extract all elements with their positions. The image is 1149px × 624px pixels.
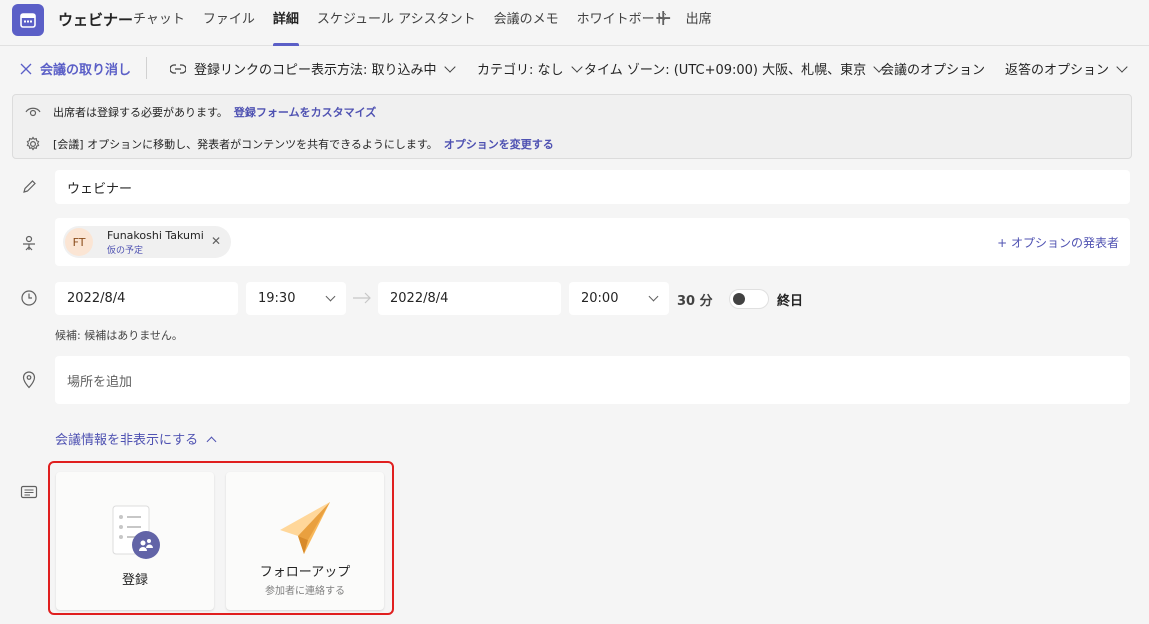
meeting-options-button[interactable]: 会議のオプション: [881, 59, 985, 78]
timezone-label: タイム ゾーン: (UTC+09:00) 大阪、札幌、東京: [584, 63, 867, 78]
banner-text-options: [会議] オプションに移動し、発表者がコンテンツを共有できるようにします。: [53, 138, 438, 151]
paper-plane-icon: [278, 500, 332, 560]
calendar-app-icon: [12, 4, 44, 36]
end-date-value: 2022/8/4: [390, 291, 449, 306]
remove-attendee-icon[interactable]: ✕: [211, 234, 221, 248]
gear-icon: [13, 136, 53, 152]
hide-details-toggle[interactable]: 会議情報を非表示にする: [55, 429, 217, 448]
tab-files[interactable]: ファイル: [203, 0, 264, 46]
change-options-link[interactable]: オプションを変更する: [444, 136, 554, 152]
cancel-meeting-button[interactable]: 会議の取り消し: [20, 59, 131, 78]
clock-icon: [18, 287, 40, 309]
presenter-icon: [18, 232, 40, 254]
registration-card-label: 登録: [121, 573, 148, 588]
show-as-dropdown[interactable]: 表示方法: 取り込み中: [311, 59, 456, 78]
close-icon: [20, 63, 32, 74]
chevron-down-icon: [570, 60, 583, 73]
registration-form-icon: [111, 504, 161, 564]
chevron-down-icon: [648, 291, 659, 302]
link-icon: [170, 63, 186, 74]
all-day-label: 終日: [777, 294, 804, 309]
hide-details-label: 会議情報を非表示にする: [55, 433, 199, 448]
response-options-dropdown[interactable]: 返答のオプション: [1005, 59, 1128, 78]
chevron-down-icon: [325, 291, 336, 302]
arrow-right-icon: [352, 290, 372, 310]
category-label: カテゴリ: なし: [477, 63, 564, 78]
end-time-dropdown[interactable]: 20:00: [569, 282, 669, 315]
banner-text-registration: 出席者は登録する必要があります。: [53, 106, 228, 119]
tab-list: チャット ファイル 詳細 スケジュール アシスタント 会議のメモ ホワイトボード…: [133, 0, 730, 46]
registration-card[interactable]: 登録: [56, 472, 214, 610]
meeting-title: ウェビナー: [58, 11, 134, 29]
chevron-down-icon: [443, 60, 456, 73]
followup-card-subtitle: 参加者に連絡する: [265, 586, 345, 597]
attendee-name: Funakoshi Takumi: [107, 229, 204, 242]
suggestion-text: 候補: 候補はありません。: [55, 329, 183, 342]
chevron-up-icon: [206, 436, 217, 446]
tab-scheduling-assistant[interactable]: スケジュール アシスタント: [317, 0, 485, 46]
show-as-label: 表示方法: 取り込み中: [311, 63, 437, 78]
attendee-chip[interactable]: FT Funakoshi Takumi 仮の予定 ✕: [63, 226, 231, 258]
location-input[interactable]: 場所を追加: [55, 356, 1130, 404]
followup-card-label: フォローアップ: [259, 565, 351, 580]
all-day-toggle[interactable]: [729, 289, 769, 309]
start-time-value: 19:30: [258, 291, 296, 306]
response-options-label: 返答のオプション: [1005, 63, 1110, 78]
category-dropdown[interactable]: カテゴリ: なし: [477, 59, 583, 78]
add-optional-presenter-link[interactable]: + オプションの発表者: [997, 234, 1119, 251]
toolbar-divider: [146, 57, 147, 79]
add-tab-icon[interactable]: +: [654, 6, 672, 32]
calendar-icon: [20, 13, 36, 28]
followup-card[interactable]: フォローアップ 参加者に連絡する: [226, 472, 384, 610]
location-pin-icon: [18, 369, 40, 391]
start-date-value: 2022/8/4: [67, 291, 126, 306]
top-header: ウェビナー チャット ファイル 詳細 スケジュール アシスタント 会議のメモ ホ…: [0, 0, 1149, 46]
copy-link-label: 登録リンクのコピー: [194, 63, 312, 78]
start-time-dropdown[interactable]: 19:30: [246, 282, 346, 315]
customize-registration-link[interactable]: 登録フォームをカスタマイズ: [234, 104, 376, 120]
tab-attendance[interactable]: 出席: [686, 0, 721, 46]
title-input[interactable]: ウェビナー: [55, 170, 1130, 204]
start-date-picker[interactable]: 2022/8/4: [55, 282, 238, 315]
attendee-status: 仮の予定: [107, 246, 144, 256]
end-date-picker[interactable]: 2022/8/4: [378, 282, 561, 315]
duration-label: 30 分: [677, 294, 713, 309]
avatar: FT: [65, 228, 93, 256]
banner-row-registration: 出席者は登録する必要があります。 登録フォームをカスタマイズ: [13, 104, 376, 120]
banner-row-options: [会議] オプションに移動し、発表者がコンテンツを共有できるようにします。 オプ…: [13, 136, 554, 152]
meeting-options-label: 会議のオプション: [881, 63, 986, 78]
tab-details[interactable]: 詳細: [272, 0, 308, 46]
pencil-icon: [18, 176, 40, 198]
eye-icon: [13, 106, 53, 118]
timezone-dropdown[interactable]: タイム ゾーン: (UTC+09:00) 大阪、札幌、東京: [584, 59, 885, 78]
details-text-icon: [18, 481, 40, 503]
end-time-value: 20:00: [581, 291, 619, 306]
location-placeholder: 場所を追加: [67, 374, 133, 390]
chevron-down-icon: [1116, 60, 1128, 73]
toolbar: 会議の取り消し 登録リンクのコピー 表示方法: 取り込み中 カテゴリ: なし タ…: [0, 47, 1149, 89]
tab-meeting-notes[interactable]: 会議のメモ: [494, 0, 568, 46]
info-banner: 出席者は登録する必要があります。 登録フォームをカスタマイズ [会議] オプショ…: [12, 94, 1132, 159]
tab-chat[interactable]: チャット: [133, 0, 194, 46]
copy-registration-link-button[interactable]: 登録リンクのコピー: [170, 59, 311, 78]
cancel-meeting-label: 会議の取り消し: [40, 63, 132, 78]
title-value: ウェビナー: [67, 181, 133, 197]
